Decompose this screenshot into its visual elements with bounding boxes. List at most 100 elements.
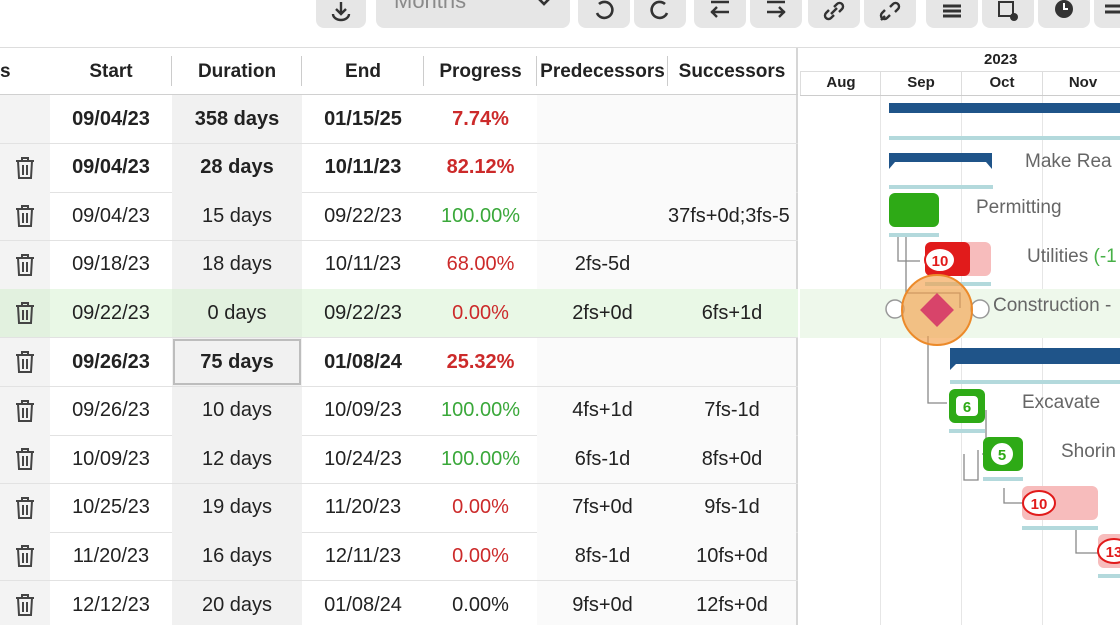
cell-end[interactable]: 01/08/24 xyxy=(302,338,424,386)
cell-predecessors[interactable]: 2fs-5d xyxy=(537,240,668,289)
table-row[interactable]: 11/20/23 16 days 12/11/23 0.00% 8fs-1d 10fs+0… xyxy=(0,532,798,582)
cell-duration[interactable]: 358 days xyxy=(172,95,302,143)
outdent-button[interactable] xyxy=(694,0,746,28)
clock-button[interactable] xyxy=(1038,0,1090,28)
cell-predecessors[interactable] xyxy=(537,192,668,241)
cell-successors[interactable]: 37fs+0d;3fs-5 xyxy=(668,192,796,241)
trash-icon[interactable] xyxy=(13,155,37,181)
indent-button[interactable] xyxy=(750,0,802,28)
link-handle[interactable] xyxy=(970,299,990,319)
cell-start[interactable]: 09/18/23 xyxy=(50,241,172,289)
link-button[interactable] xyxy=(808,0,860,28)
cell-end[interactable]: 10/11/23 xyxy=(302,241,424,289)
cell-successors[interactable]: 12fs+0d xyxy=(668,581,796,625)
column-header-start[interactable]: Start xyxy=(50,48,172,95)
cell-predecessors[interactable]: 2fs+0d xyxy=(537,289,668,337)
table-row[interactable]: 09/04/23 358 days 01/15/25 7.74% xyxy=(0,95,798,144)
cell-start[interactable]: 12/12/23 xyxy=(50,581,172,625)
cell-progress[interactable]: 82.12% xyxy=(424,144,537,192)
column-header-duration[interactable]: Duration xyxy=(172,48,302,95)
cell-progress[interactable]: 0.00% xyxy=(424,581,537,625)
cell-start[interactable]: 10/25/23 xyxy=(50,484,172,532)
cell-successors[interactable]: 8fs+0d xyxy=(668,435,796,484)
column-header-predecessors[interactable]: Predecessors xyxy=(537,48,668,95)
table-row[interactable]: 09/04/23 15 days 09/22/23 100.00% 37fs+0d;3f… xyxy=(0,192,798,242)
cell-predecessors[interactable] xyxy=(537,338,668,386)
cell-successors[interactable]: 9fs-1d xyxy=(668,483,796,532)
cell-progress[interactable]: 0.00% xyxy=(424,289,537,337)
critical-path-button[interactable] xyxy=(926,0,978,28)
cell-end[interactable]: 10/11/23 xyxy=(302,144,424,192)
cell-end[interactable]: 01/08/24 xyxy=(302,581,424,625)
trash-icon[interactable] xyxy=(13,349,37,375)
table-row[interactable]: 09/22/23 0 days 09/22/23 0.00% 2fs+0d 6fs+1d xyxy=(0,289,798,339)
cell-successors[interactable] xyxy=(668,338,796,386)
column-header-actions[interactable]: s xyxy=(0,48,14,95)
trash-icon[interactable] xyxy=(13,300,37,326)
cell-predecessors[interactable]: 9fs+0d xyxy=(537,581,668,625)
cell-start[interactable]: 09/04/23 xyxy=(50,192,172,240)
table-row[interactable]: 09/26/23 10 days 10/09/23 100.00% 4fs+1d 7fs-… xyxy=(0,386,798,436)
undo-button[interactable] xyxy=(578,0,630,28)
column-header-end[interactable]: End xyxy=(302,48,424,95)
cell-progress[interactable]: 100.00% xyxy=(424,435,537,483)
table-row[interactable]: 09/04/23 28 days 10/11/23 82.12% xyxy=(0,143,798,193)
cell-end[interactable]: 09/22/23 xyxy=(302,192,424,240)
cell-start[interactable]: 09/04/23 xyxy=(50,144,172,192)
baseline-button[interactable] xyxy=(982,0,1034,28)
cell-predecessors[interactable]: 4fs+1d xyxy=(537,386,668,435)
cell-start[interactable]: 11/20/23 xyxy=(50,532,172,580)
cell-progress[interactable]: 7.74% xyxy=(424,95,537,143)
cell-successors[interactable]: 7fs-1d xyxy=(668,386,796,435)
cell-end[interactable]: 09/22/23 xyxy=(302,289,424,337)
cell-predecessors[interactable] xyxy=(537,143,668,192)
cell-duration[interactable]: 15 days xyxy=(172,192,302,241)
cell-successors[interactable]: 10fs+0d xyxy=(668,532,796,581)
cell-successors[interactable]: 6fs+1d xyxy=(668,289,796,337)
cell-progress[interactable]: 0.00% xyxy=(424,484,537,532)
trash-icon[interactable] xyxy=(13,252,37,278)
zoom-select[interactable]: Months xyxy=(376,0,570,28)
cell-start[interactable]: 09/22/23 xyxy=(50,289,172,337)
trash-icon[interactable] xyxy=(13,543,37,569)
cell-progress[interactable]: 100.00% xyxy=(424,387,537,435)
cell-start[interactable]: 09/26/23 xyxy=(50,387,172,435)
cell-end[interactable]: 10/24/23 xyxy=(302,435,424,483)
table-row[interactable]: 09/18/23 18 days 10/11/23 68.00% 2fs-5d xyxy=(0,240,798,290)
cell-progress[interactable]: 100.00% xyxy=(424,192,537,240)
cell-duration[interactable]: 18 days xyxy=(172,240,302,289)
cell-duration[interactable]: 28 days xyxy=(172,143,302,192)
cell-successors[interactable] xyxy=(668,95,796,143)
cell-duration[interactable]: 20 days xyxy=(172,581,302,625)
cell-start[interactable]: 09/26/23 xyxy=(50,338,172,386)
cell-progress[interactable]: 68.00% xyxy=(424,241,537,289)
cell-successors[interactable] xyxy=(668,143,796,192)
cell-duration[interactable]: 10 days xyxy=(172,386,302,435)
cell-start[interactable]: 09/04/23 xyxy=(50,95,172,143)
cell-successors[interactable] xyxy=(668,240,796,289)
cell-duration[interactable]: 16 days xyxy=(172,532,302,581)
gantt-summary-bar[interactable] xyxy=(889,153,992,169)
export-button[interactable] xyxy=(316,0,366,28)
more-button[interactable] xyxy=(1094,0,1120,28)
cell-end[interactable]: 11/20/23 xyxy=(302,484,424,532)
cell-start[interactable]: 10/09/23 xyxy=(50,435,172,483)
cell-duration[interactable]: 75 days xyxy=(172,338,302,386)
gantt-task-bar[interactable] xyxy=(889,193,939,227)
cell-duration[interactable]: 0 days xyxy=(172,289,302,338)
redo-button[interactable] xyxy=(634,0,686,28)
trash-icon[interactable] xyxy=(13,446,37,472)
table-row[interactable]: 12/12/23 20 days 01/08/24 0.00% 9fs+0d 12fs+0… xyxy=(0,581,798,625)
cell-duration[interactable]: 12 days xyxy=(172,435,302,484)
trash-icon[interactable] xyxy=(13,592,37,618)
cell-progress[interactable]: 25.32% xyxy=(424,338,537,386)
trash-icon[interactable] xyxy=(13,203,37,229)
cell-predecessors[interactable]: 8fs-1d xyxy=(537,532,668,581)
table-row[interactable]: 09/26/23 75 days 01/08/24 25.32% xyxy=(0,338,798,387)
gantt-summary-bar[interactable] xyxy=(950,348,1120,370)
cell-progress[interactable]: 0.00% xyxy=(424,532,537,580)
cell-end[interactable]: 01/15/25 xyxy=(302,95,424,143)
cell-predecessors[interactable]: 7fs+0d xyxy=(537,483,668,532)
cell-predecessors[interactable]: 6fs-1d xyxy=(537,435,668,484)
trash-icon[interactable] xyxy=(13,495,37,521)
